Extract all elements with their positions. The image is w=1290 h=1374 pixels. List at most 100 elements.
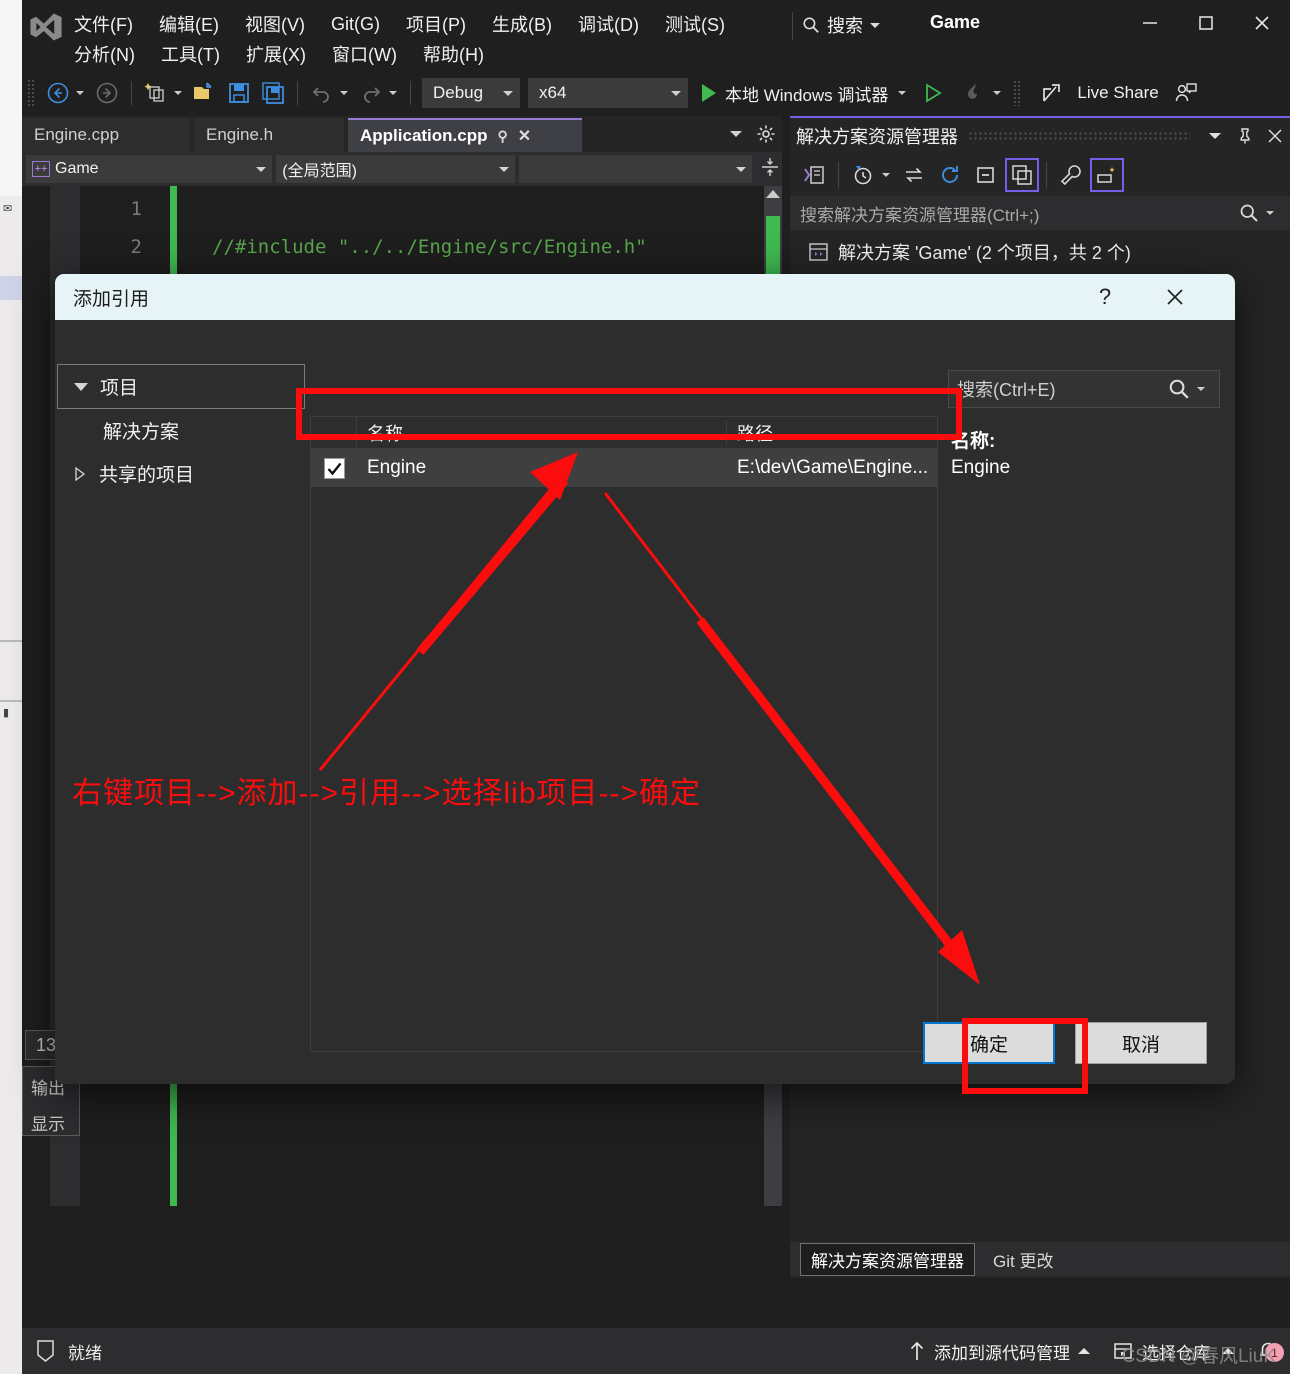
start-debug-dropdown-icon[interactable] (898, 91, 907, 95)
status-bar: 就绪 添加到源代码管理 选择仓库 1 (22, 1328, 1290, 1374)
dialog-help-button[interactable]: ? (1085, 280, 1125, 314)
navigate-back-icon[interactable] (43, 78, 73, 108)
redo-dropdown-icon[interactable] (389, 91, 397, 95)
redo-icon[interactable] (356, 78, 386, 108)
properties-icon[interactable] (1054, 158, 1088, 192)
header-path[interactable]: 路径 (727, 420, 937, 446)
maximize-button[interactable] (1178, 0, 1234, 46)
pin-icon[interactable]: ⚲ (498, 128, 508, 145)
cancel-button[interactable]: 取消 (1075, 1022, 1207, 1064)
chevron-down-icon[interactable] (1266, 211, 1274, 215)
pending-changes-icon[interactable] (846, 158, 880, 192)
navigate-forward-icon[interactable] (92, 78, 122, 108)
panel-tab-solution-explorer[interactable]: 解决方案资源管理器 (800, 1242, 975, 1276)
reference-list-header: 名称 路径 (311, 416, 937, 449)
close-icon (1255, 16, 1269, 30)
code-view-icon[interactable] (797, 158, 831, 192)
global-search[interactable]: 搜索 (802, 12, 880, 38)
live-share-icon[interactable] (1037, 78, 1067, 108)
refresh-icon[interactable] (933, 158, 967, 192)
nav-scope-combo[interactable]: (全局范围) (276, 155, 515, 183)
dialog-close-button[interactable] (1155, 280, 1195, 314)
dialog-category-projects[interactable]: 项目 (57, 364, 305, 409)
nav-project-combo[interactable]: ++ Game (26, 155, 273, 183)
hot-reload-icon[interactable] (960, 78, 990, 108)
editor-tab-application-cpp[interactable]: Application.cpp ⚲ ✕ (348, 118, 582, 152)
toolbar-grip-2[interactable] (1013, 80, 1022, 106)
scroll-up-icon[interactable] (766, 190, 780, 198)
chevron-down-icon[interactable] (1197, 387, 1205, 391)
open-file-icon[interactable] (190, 78, 220, 108)
split-view-icon[interactable] (760, 156, 780, 183)
platform-combo[interactable]: x64 (528, 78, 688, 108)
menu-item-analyze[interactable]: 分析(N) (74, 41, 135, 67)
search-icon[interactable] (1168, 378, 1190, 400)
dialog-category-list: 项目 解决方案 共享的项目 (57, 364, 305, 964)
editor-tab-actions (730, 124, 776, 144)
collapse-all-icon[interactable] (969, 158, 1003, 192)
add-to-source-control-button[interactable]: 添加到源代码管理 (908, 1339, 1090, 1364)
menu-item-window[interactable]: 窗口(W) (332, 41, 397, 67)
panel-close-button[interactable] (1260, 121, 1290, 151)
configuration-value: Debug (433, 83, 484, 102)
show-all-files-icon[interactable] (1005, 158, 1039, 192)
help-icon: ? (1098, 284, 1112, 309)
panel-menu-button[interactable] (1200, 121, 1230, 151)
tree-node-solution[interactable]: 解决方案 'Game' (2 个项目，共 2 个) (790, 236, 1290, 268)
hot-reload-dropdown-icon[interactable] (993, 91, 1002, 95)
reference-checkbox[interactable] (323, 457, 345, 479)
gear-icon[interactable] (756, 124, 776, 144)
editor-tab-engine-cpp[interactable]: Engine.cpp (22, 118, 190, 152)
new-item-dropdown-icon[interactable] (174, 91, 182, 95)
editor-tab-strip: Engine.cpp Engine.h Application.cpp ⚲ ✕ (22, 116, 782, 152)
undo-icon[interactable] (307, 78, 337, 108)
back-dropdown-icon[interactable] (76, 91, 84, 95)
pending-changes-dropdown-icon[interactable] (882, 173, 890, 177)
solution-explorer-search[interactable]: 搜索解决方案资源管理器(Ctrl+;) (790, 196, 1290, 230)
menu-item-build[interactable]: 生成(B) (492, 11, 552, 37)
row-path: E:\dev\Game\Engine... (737, 457, 929, 478)
close-button[interactable] (1234, 0, 1290, 46)
menu-item-help[interactable]: 帮助(H) (423, 41, 484, 67)
account-icon[interactable] (1171, 78, 1201, 108)
sync-with-active-doc-icon[interactable] (897, 158, 931, 192)
start-without-debug-icon[interactable] (918, 78, 948, 108)
menu-item-tools[interactable]: 工具(T) (161, 41, 220, 67)
toolbar-grip[interactable] (27, 79, 35, 107)
panel-drag-handle[interactable] (968, 131, 1190, 141)
configuration-combo[interactable]: Debug (422, 78, 520, 108)
menu-item-extensions[interactable]: 扩展(X) (246, 41, 306, 67)
editor-tab-engine-h[interactable]: Engine.h (194, 118, 344, 152)
nav-member-combo[interactable] (518, 155, 752, 183)
search-icon[interactable] (1239, 203, 1259, 223)
chevron-down-icon[interactable] (730, 131, 742, 137)
close-icon[interactable]: ✕ (518, 126, 531, 146)
menu-item-git[interactable]: Git(G) (331, 14, 380, 35)
header-name[interactable]: 名称 (357, 419, 727, 446)
undo-dropdown-icon[interactable] (340, 91, 348, 95)
menu-item-project[interactable]: 项目(P) (406, 11, 466, 37)
header-checkbox-cell (311, 416, 357, 449)
dialog-category-solution[interactable]: 解决方案 (57, 409, 305, 452)
save-icon[interactable] (224, 78, 254, 108)
panel-pin-button[interactable] (1230, 121, 1260, 151)
start-debug-button[interactable]: 本地 Windows 调试器 (702, 81, 888, 106)
new-item-icon[interactable] (141, 78, 171, 108)
chevron-down-icon[interactable] (870, 22, 880, 28)
live-share-label[interactable]: Live Share (1077, 83, 1158, 103)
dialog-search-box[interactable]: 搜索(Ctrl+E) (948, 370, 1220, 408)
menu-item-debug[interactable]: 调试(D) (578, 11, 639, 37)
menu-item-view[interactable]: 视图(V) (245, 11, 305, 37)
menu-item-edit[interactable]: 编辑(E) (159, 11, 219, 37)
menu-item-test[interactable]: 测试(S) (665, 11, 725, 37)
dialog-category-shared-projects[interactable]: 共享的项目 (57, 452, 305, 495)
preview-selected-items-icon[interactable] (1090, 158, 1124, 192)
row-checkbox-cell[interactable] (311, 457, 357, 479)
menu-item-file[interactable]: 文件(F) (74, 11, 133, 37)
ok-button[interactable]: 确定 (923, 1022, 1055, 1064)
property-name-value: Engine (951, 457, 1011, 478)
panel-tab-git-changes[interactable]: Git 更改 (983, 1244, 1063, 1275)
table-row[interactable]: Engine E:\dev\Game\Engine... (311, 449, 937, 487)
minimize-button[interactable] (1122, 0, 1178, 46)
save-all-icon[interactable] (258, 78, 288, 108)
